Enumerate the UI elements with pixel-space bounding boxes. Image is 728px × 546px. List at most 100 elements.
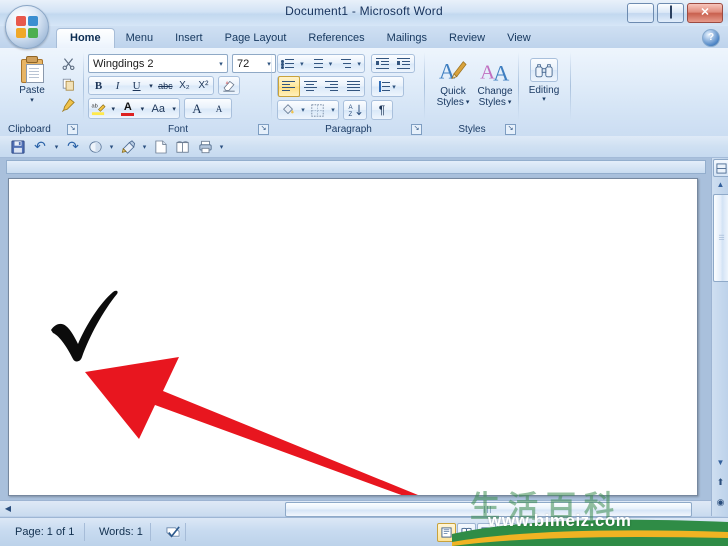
justify-button[interactable] [343, 76, 365, 97]
highlight-chevron-down-icon[interactable]: ▾ [108, 98, 118, 119]
change-styles-button[interactable]: A A Change Styles ▾ [471, 54, 519, 120]
minimize-button[interactable] [627, 3, 654, 23]
print-button[interactable] [195, 137, 215, 157]
tab-insert[interactable]: Insert [164, 29, 214, 48]
horizontal-ruler[interactable] [6, 160, 706, 174]
font-color-button[interactable]: A [118, 98, 137, 119]
tab-review[interactable]: Review [438, 29, 496, 48]
line-spacing-button[interactable]: ▾ [371, 76, 404, 97]
tab-menu[interactable]: Menu [115, 29, 165, 48]
paste-caret-icon[interactable]: ▾ [30, 97, 34, 104]
draft-view-button[interactable] [517, 523, 536, 542]
select-browse-object-top-button[interactable] [713, 159, 728, 177]
quick-styles-button[interactable]: A Quick Styles ▾ [429, 54, 477, 120]
scroll-down-button[interactable]: ▼ [713, 455, 728, 470]
web-layout-view-button[interactable] [477, 523, 496, 542]
full-screen-reading-view-button[interactable] [457, 523, 476, 542]
office-button[interactable] [5, 5, 49, 49]
decrease-indent-button[interactable] [372, 53, 393, 74]
word-count-status[interactable]: Words: 1 [92, 524, 150, 540]
cut-button[interactable] [58, 54, 78, 72]
show-formatting-marks-button[interactable]: ¶ [371, 100, 393, 120]
page-status[interactable]: Page: 1 of 1 [8, 524, 81, 540]
tab-mailings[interactable]: Mailings [376, 29, 438, 48]
multilevel-list-button[interactable] [335, 53, 354, 74]
change-case-button[interactable]: Aa [147, 98, 169, 119]
increase-indent-button[interactable] [393, 53, 414, 74]
undo-chevron-down-icon[interactable]: ▾ [52, 138, 61, 156]
grow-font-button[interactable]: A [186, 98, 208, 119]
vertical-scrollbar[interactable]: ▲ ☰ ▼ ⬆ ◉ [711, 158, 728, 516]
sort-button[interactable]: A Z [343, 100, 367, 120]
close-button[interactable]: ✕ [687, 3, 723, 23]
strikethrough-button[interactable]: abc [156, 75, 175, 96]
highlight-color-button[interactable]: ab [89, 98, 108, 119]
tab-page-layout[interactable]: Page Layout [214, 29, 298, 48]
print-preview-button[interactable] [85, 137, 105, 157]
font-name-chevron-down-icon[interactable]: ▾ [215, 60, 227, 68]
document-page[interactable] [8, 178, 698, 496]
paste-button[interactable]: Paste ▾ [10, 54, 54, 116]
font-dialog-launcher[interactable]: ↘ [258, 124, 269, 135]
scroll-up-button[interactable]: ▲ [713, 177, 728, 192]
align-left-button[interactable] [278, 76, 300, 97]
shading-button[interactable] [278, 100, 298, 121]
bullets-chevron-down-icon[interactable]: ▾ [297, 53, 307, 74]
paragraph-dialog-launcher[interactable]: ↘ [411, 124, 422, 135]
scroll-left-button[interactable]: ◀ [1, 502, 15, 515]
print-preview-chevron-down-icon[interactable]: ▾ [107, 138, 116, 156]
line-spacing-chevron-down-icon[interactable]: ▾ [392, 83, 396, 91]
new-document-button[interactable] [151, 137, 171, 157]
horizontal-scroll-thumb[interactable] [285, 502, 692, 517]
clipboard-dialog-launcher[interactable]: ↘ [67, 124, 78, 135]
superscript-button[interactable]: X² [194, 75, 213, 96]
format-painter-button[interactable] [58, 96, 78, 114]
save-button[interactable] [8, 137, 28, 157]
customize-quick-access-chevron-icon[interactable]: ▾ [217, 138, 226, 156]
maximize-button[interactable] [657, 3, 684, 23]
editing-chevron-down-icon[interactable]: ▾ [542, 96, 546, 104]
help-icon[interactable]: ? [702, 29, 720, 47]
shrink-font-button[interactable]: A [208, 98, 230, 119]
tab-home[interactable]: Home [56, 28, 115, 49]
redo-button[interactable]: ↷ [63, 137, 83, 157]
tab-view[interactable]: View [496, 29, 542, 48]
underline-button[interactable]: U [127, 75, 146, 96]
horizontal-scrollbar[interactable]: ◀ [0, 500, 711, 517]
styles-dialog-launcher[interactable]: ↘ [505, 124, 516, 135]
format-painter-chevron-down-icon[interactable]: ▾ [140, 138, 149, 156]
bold-button[interactable]: B [89, 75, 108, 96]
font-size-combobox[interactable]: 72 ▾ [232, 54, 276, 73]
align-right-button[interactable] [321, 76, 343, 97]
multilevel-chevron-down-icon[interactable]: ▾ [354, 53, 364, 74]
print-layout-view-button[interactable] [437, 523, 456, 542]
select-browse-object-button[interactable]: ◉ [713, 494, 728, 510]
outline-view-button[interactable] [497, 523, 516, 542]
quick-styles-chevron-down-icon[interactable]: ▾ [466, 97, 470, 108]
font-name-combobox[interactable]: Wingdings 2 ▾ [88, 54, 228, 73]
editing-button[interactable]: Editing ▾ [522, 54, 566, 124]
shading-chevron-down-icon[interactable]: ▾ [298, 100, 308, 121]
previous-page-button[interactable]: ⬆ [713, 474, 728, 490]
clear-formatting-button[interactable]: A [218, 76, 240, 95]
undo-button[interactable]: ↶ [30, 137, 50, 157]
change-styles-chevron-down-icon[interactable]: ▾ [508, 97, 512, 108]
borders-chevron-down-icon[interactable]: ▾ [328, 100, 338, 121]
numbering-button[interactable] [307, 53, 326, 74]
italic-button[interactable]: I [108, 75, 127, 96]
center-button[interactable] [300, 76, 322, 97]
open-document-button[interactable] [173, 137, 193, 157]
borders-button[interactable] [308, 100, 328, 121]
change-case-chevron-down-icon[interactable]: ▾ [169, 98, 179, 119]
subscript-button[interactable]: X₂ [175, 75, 194, 96]
tab-references[interactable]: References [297, 29, 375, 48]
format-painter-quick-button[interactable] [118, 137, 138, 157]
paste-icon [19, 56, 45, 83]
numbering-chevron-down-icon[interactable]: ▾ [326, 53, 336, 74]
underline-chevron-down-icon[interactable]: ▾ [146, 75, 156, 96]
copy-button[interactable] [58, 75, 78, 93]
bullets-button[interactable] [278, 53, 297, 74]
vertical-scroll-thumb[interactable]: ☰ [713, 194, 728, 282]
print-layout-icon [441, 527, 452, 538]
font-color-chevron-down-icon[interactable]: ▾ [137, 98, 147, 119]
